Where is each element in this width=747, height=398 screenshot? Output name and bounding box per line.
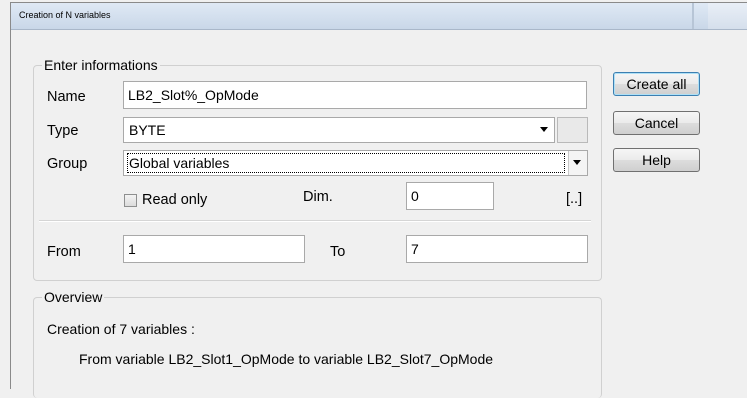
- name-input[interactable]: LB2_Slot%_OpMode: [123, 81, 587, 109]
- overview-detail: From variable LB2_Slot1_OpMode to variab…: [79, 351, 494, 367]
- dim-input[interactable]: 0: [406, 182, 494, 210]
- from-label: From: [47, 244, 81, 260]
- separator: [39, 220, 591, 222]
- overview-legend: Overview: [42, 289, 105, 305]
- overview-summary: Creation of 7 variables :: [47, 321, 195, 337]
- type-extra-box: [557, 117, 588, 143]
- from-input[interactable]: 1: [123, 235, 305, 263]
- window-title: Creation of N variables: [19, 10, 111, 20]
- group-select[interactable]: Global variables: [123, 150, 588, 176]
- to-input[interactable]: 7: [406, 235, 588, 263]
- title-bar-controls: [708, 3, 747, 29]
- chevron-down-icon: [540, 127, 548, 132]
- create-all-button[interactable]: Create all: [613, 72, 700, 96]
- group-label: Group: [47, 156, 88, 172]
- help-button[interactable]: Help: [613, 148, 700, 172]
- dim-label: Dim.: [303, 189, 333, 205]
- type-select-value: BYTE: [129, 122, 166, 138]
- name-label: Name: [47, 89, 86, 105]
- read-only-label[interactable]: Read only: [142, 192, 207, 208]
- dim-browse-button[interactable]: [..]: [566, 191, 582, 207]
- read-only-checkbox[interactable]: [124, 194, 137, 207]
- enter-informations-legend: Enter informations: [42, 57, 160, 73]
- type-label: Type: [47, 123, 79, 139]
- cancel-button[interactable]: Cancel: [613, 111, 700, 135]
- title-bar-divider: [692, 3, 694, 29]
- type-select[interactable]: BYTE: [123, 117, 555, 143]
- overview-group: Overview: [33, 289, 602, 398]
- dialog-window: Creation of N variables Enter informatio…: [10, 2, 747, 398]
- title-bar[interactable]: Creation of N variables: [11, 3, 747, 30]
- group-select-value: Global variables: [127, 153, 565, 173]
- chevron-down-icon: [573, 160, 581, 165]
- to-label: To: [330, 244, 346, 260]
